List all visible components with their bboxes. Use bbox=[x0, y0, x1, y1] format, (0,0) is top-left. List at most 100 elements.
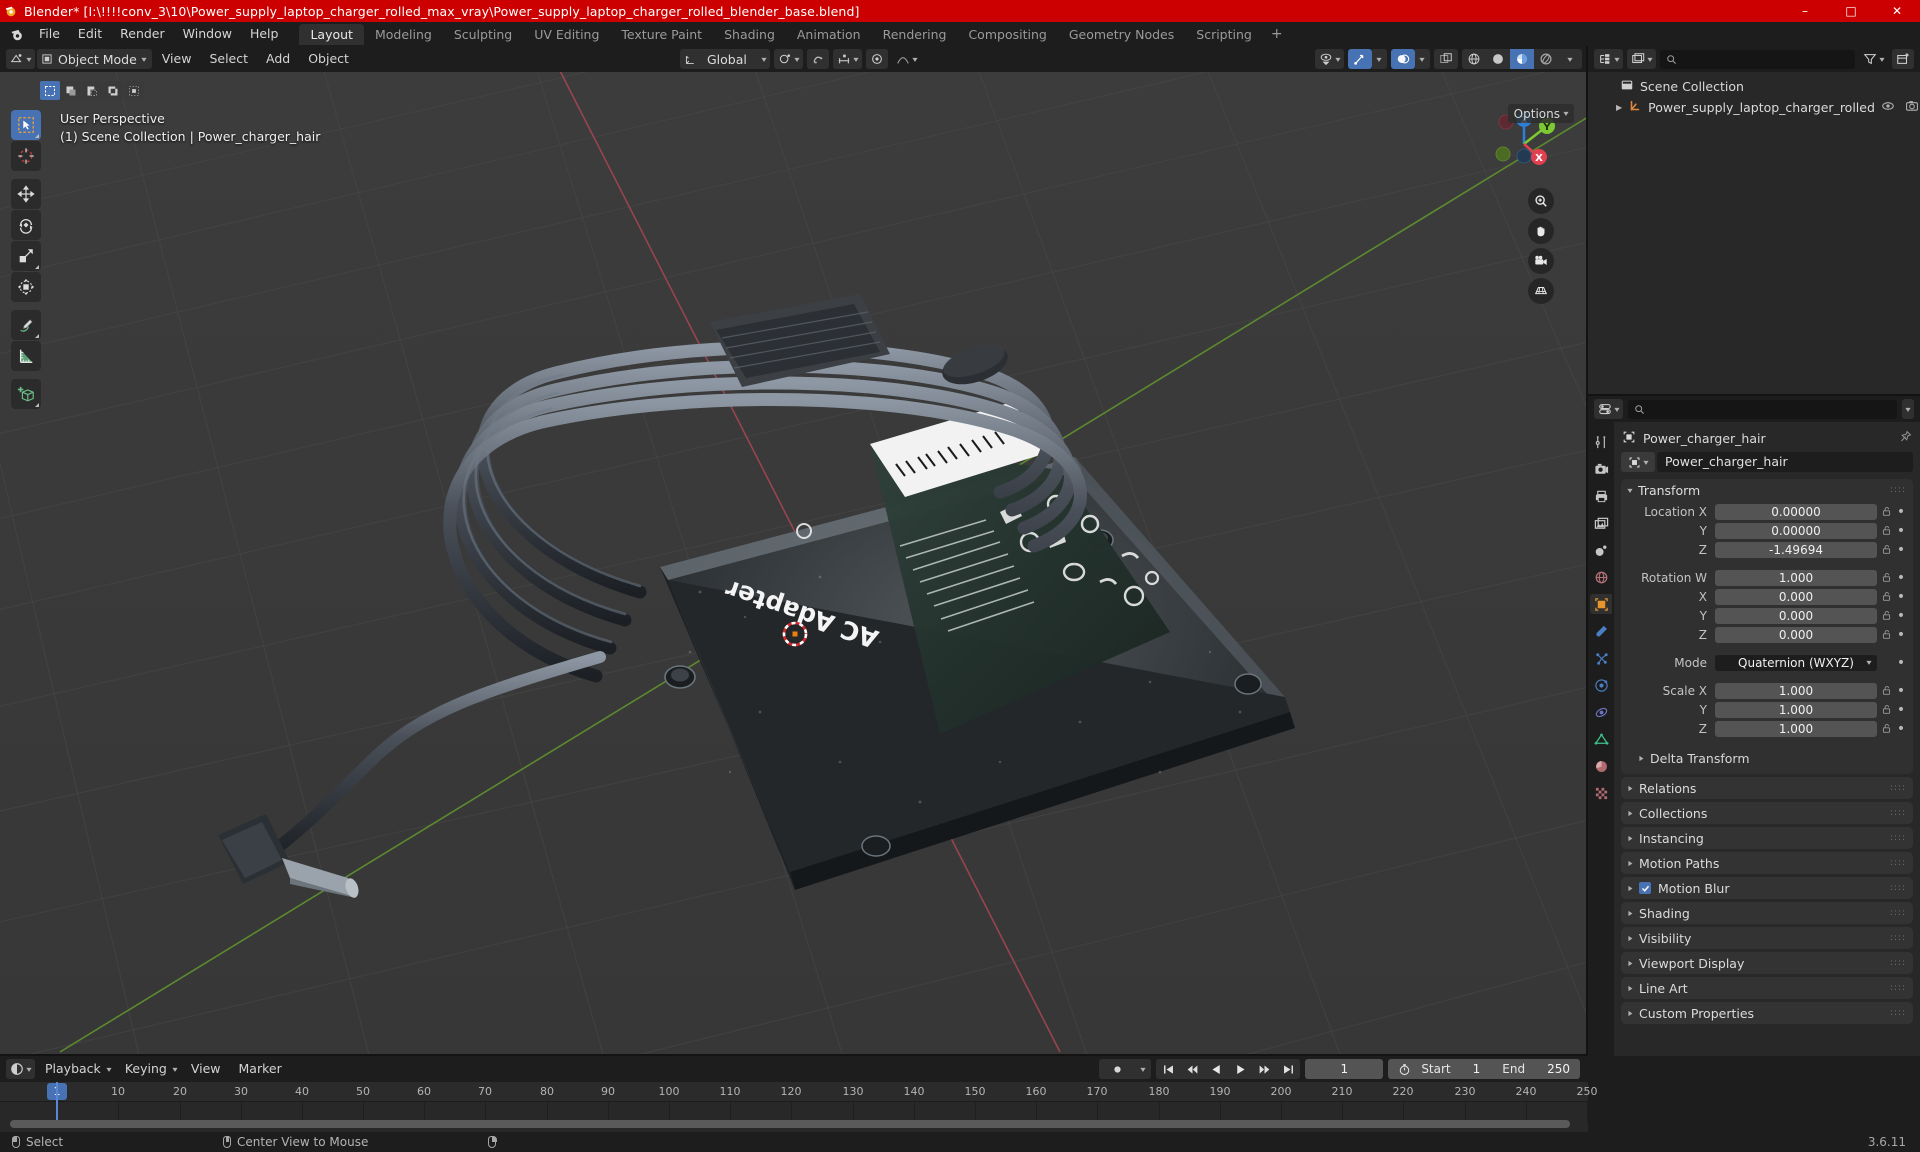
modifier-tab[interactable] bbox=[1590, 621, 1612, 641]
rotation-y-field[interactable]: 0.000 bbox=[1715, 607, 1877, 624]
outliner-new-collection-button[interactable] bbox=[1892, 49, 1914, 69]
shading-wireframe-button[interactable] bbox=[1462, 49, 1486, 69]
animate-dot-icon[interactable]: • bbox=[1895, 655, 1907, 671]
shading-material-preview-button[interactable] bbox=[1510, 49, 1534, 69]
timeline-editor-type-button[interactable]: ▾ bbox=[6, 1059, 36, 1079]
panel-line-art[interactable]: ▾ Line Art :::: bbox=[1621, 977, 1913, 999]
play-reverse-button[interactable] bbox=[1204, 1059, 1228, 1079]
menu-edit[interactable]: Edit bbox=[69, 23, 111, 45]
overlays-toggle-button[interactable] bbox=[1391, 49, 1415, 69]
properties-editor-type-button[interactable]: ▾ bbox=[1594, 399, 1624, 419]
panel-instancing[interactable]: ▾ Instancing :::: bbox=[1621, 827, 1913, 849]
outliner-row-scene-collection[interactable]: Scene Collection bbox=[1588, 76, 1920, 97]
rotation-z-field[interactable]: 0.000 bbox=[1715, 626, 1877, 643]
tab-rendering[interactable]: Rendering bbox=[872, 24, 958, 45]
tab-texture-paint[interactable]: Texture Paint bbox=[610, 24, 713, 45]
animate-dot-icon[interactable]: • bbox=[1895, 523, 1907, 539]
drag-grip[interactable]: :::: bbox=[1890, 958, 1906, 968]
proportional-edit-button[interactable] bbox=[865, 49, 888, 69]
playhead[interactable] bbox=[56, 1082, 58, 1124]
tab-geometry-nodes[interactable]: Geometry Nodes bbox=[1058, 24, 1185, 45]
menu-render[interactable]: Render bbox=[111, 23, 174, 45]
visibility-selector[interactable]: ▾ bbox=[1314, 49, 1344, 69]
jump-to-end-button[interactable] bbox=[1276, 1059, 1300, 1079]
chevron-right-icon[interactable]: ▾ bbox=[1626, 810, 1635, 815]
overlays-dropdown[interactable]: ▾ bbox=[1415, 49, 1430, 69]
chevron-right-icon[interactable]: ▾ bbox=[1626, 885, 1635, 890]
move-tool[interactable] bbox=[11, 179, 41, 209]
tab-layout[interactable]: Layout bbox=[299, 23, 364, 45]
delta-transform-subpanel[interactable]: ▾ Delta Transform bbox=[1621, 748, 1913, 768]
location-z-field[interactable]: -1.49694 bbox=[1715, 541, 1877, 558]
animate-dot-icon[interactable]: • bbox=[1895, 570, 1907, 586]
proportional-falloff-button[interactable]: ▾ bbox=[892, 49, 921, 69]
timeline-editor[interactable]: ▾ Playback ▾ Keying ▾ View Marker ▾ 1 St… bbox=[0, 1056, 1598, 1132]
animate-dot-icon[interactable]: • bbox=[1895, 504, 1907, 520]
drag-grip[interactable]: :::: bbox=[1890, 833, 1906, 843]
drag-grip[interactable]: :::: bbox=[1890, 883, 1906, 893]
tab-uv-editing[interactable]: UV Editing bbox=[523, 24, 610, 45]
tab-shading[interactable]: Shading bbox=[713, 24, 786, 45]
panel-motion-paths[interactable]: ▾ Motion Paths :::: bbox=[1621, 852, 1913, 874]
drag-grip[interactable]: :::: bbox=[1890, 1008, 1906, 1018]
timeline-menu-marker[interactable]: Marker bbox=[231, 1059, 290, 1079]
editor-divider-horizontal[interactable] bbox=[0, 1054, 1588, 1056]
record-icon[interactable] bbox=[1099, 1064, 1135, 1075]
pin-id-icon[interactable] bbox=[1899, 430, 1912, 446]
timeline-menu-view[interactable]: View bbox=[183, 1059, 229, 1079]
select-intersect-button[interactable] bbox=[124, 81, 144, 100]
rotation-w-field[interactable]: 1.000 bbox=[1715, 569, 1877, 586]
shading-rendered-button[interactable] bbox=[1534, 49, 1558, 69]
shading-dropdown[interactable]: ▾ bbox=[1558, 49, 1582, 69]
panel-motion-blur[interactable]: ▾ Motion Blur :::: bbox=[1621, 877, 1913, 899]
render-tab[interactable] bbox=[1590, 459, 1612, 479]
location-x-field[interactable]: 0.00000 bbox=[1715, 503, 1877, 520]
play-button[interactable] bbox=[1228, 1059, 1252, 1079]
drag-grip[interactable]: :::: bbox=[1890, 485, 1906, 495]
tool-tab[interactable] bbox=[1590, 432, 1612, 452]
timeline-menu-playback[interactable]: Playback bbox=[37, 1059, 109, 1079]
select-extend-button[interactable] bbox=[61, 81, 81, 100]
object-tab[interactable] bbox=[1590, 594, 1612, 614]
gizmo-dropdown[interactable]: ▾ bbox=[1372, 49, 1387, 69]
properties-content[interactable]: Power_charger_hair ▾ Power_charger_hair … bbox=[1614, 422, 1920, 1056]
maximize-button[interactable]: □ bbox=[1828, 0, 1874, 22]
object-datablock-icon[interactable]: ▾ bbox=[1621, 452, 1655, 472]
chevron-right-icon[interactable]: ▾ bbox=[1626, 960, 1635, 965]
outliner-search-input[interactable] bbox=[1660, 49, 1855, 69]
scale-tool[interactable] bbox=[11, 241, 41, 271]
timeline-ruler[interactable]: 10 20 30 40 50 60 70 80 90 100 110 120 1… bbox=[0, 1082, 1598, 1102]
animate-dot-icon[interactable]: • bbox=[1895, 627, 1907, 643]
snap-pivot-button[interactable]: ▾ bbox=[773, 49, 803, 69]
chevron-right-icon[interactable]: ▾ bbox=[1637, 755, 1646, 760]
transform-tool[interactable] bbox=[11, 272, 41, 302]
timeline-scrollbar[interactable] bbox=[10, 1120, 1570, 1128]
zoom-icon[interactable] bbox=[1528, 188, 1554, 214]
chevron-down-icon[interactable]: ▾ bbox=[1627, 486, 1632, 495]
drag-grip[interactable]: :::: bbox=[1890, 808, 1906, 818]
rotation-x-field[interactable]: 0.000 bbox=[1715, 588, 1877, 605]
editor-divider-right-horizontal[interactable] bbox=[1588, 394, 1920, 396]
lock-icon[interactable] bbox=[1877, 685, 1895, 696]
world-tab[interactable] bbox=[1590, 567, 1612, 587]
output-tab[interactable] bbox=[1590, 486, 1612, 506]
lock-icon[interactable] bbox=[1877, 506, 1895, 517]
menu-file[interactable]: File bbox=[30, 23, 69, 45]
outliner-editor[interactable]: ▾ ▾ ▾ Scene Collection ▶ Power_supply_la… bbox=[1588, 46, 1920, 396]
lock-icon[interactable] bbox=[1877, 610, 1895, 621]
animate-dot-icon[interactable]: • bbox=[1895, 608, 1907, 624]
frame-range-fields[interactable]: Start 1 End 250 bbox=[1388, 1059, 1580, 1079]
viewport-menu-add[interactable]: Add bbox=[258, 49, 298, 69]
properties-search-input[interactable] bbox=[1628, 399, 1897, 419]
chevron-right-icon[interactable]: ▾ bbox=[1626, 910, 1635, 915]
tab-animation[interactable]: Animation bbox=[786, 24, 872, 45]
jump-to-prev-keyframe-button[interactable] bbox=[1180, 1059, 1204, 1079]
tab-sculpting[interactable]: Sculpting bbox=[443, 24, 523, 45]
viewport-3d[interactable]: ▾ Object Mode ▾ View Select Add Object G… bbox=[0, 46, 1588, 1056]
material-tab[interactable] bbox=[1590, 756, 1612, 776]
properties-options-button[interactable]: ▾ bbox=[1901, 399, 1914, 419]
object-mode-selector[interactable]: Object Mode ▾ bbox=[37, 49, 152, 69]
editor-divider-vertical[interactable] bbox=[1586, 46, 1588, 1056]
drag-grip[interactable]: :::: bbox=[1890, 983, 1906, 993]
select-subtract-button[interactable] bbox=[82, 81, 102, 100]
